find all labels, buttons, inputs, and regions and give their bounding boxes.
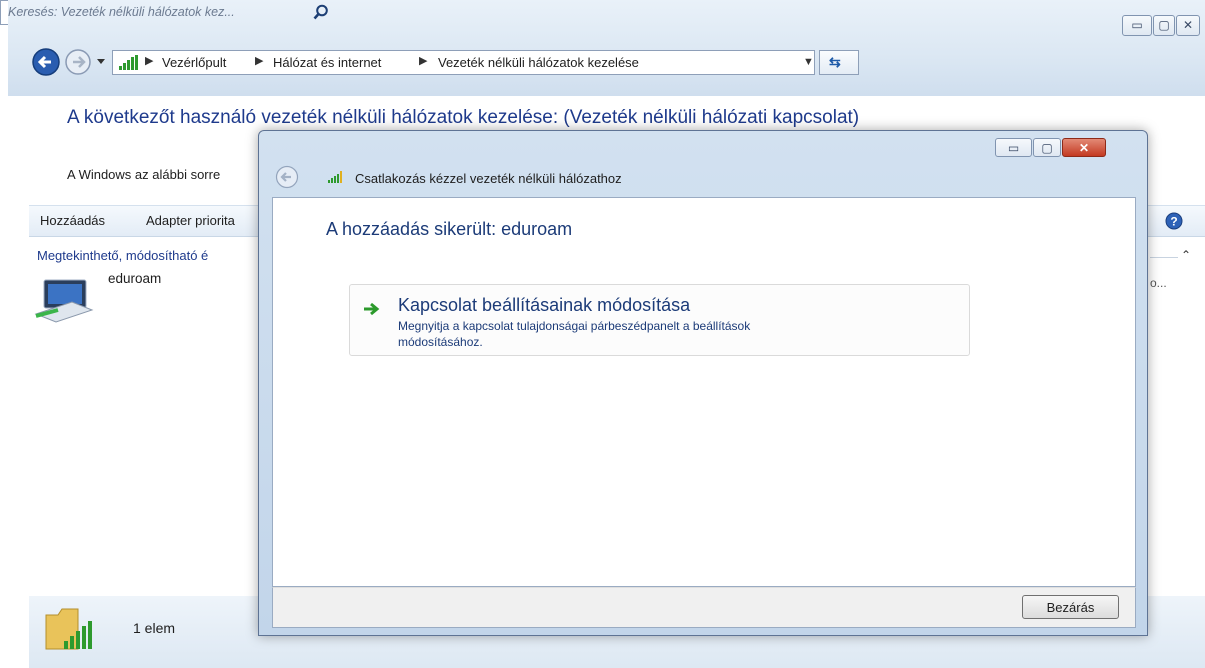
dialog-close-button[interactable]: ✕ [1062,138,1106,157]
close-button[interactable]: ✕ [1176,15,1200,36]
back-icon[interactable] [32,48,60,76]
dialog-minimize-button[interactable]: ▭ [995,138,1032,157]
dialog-header-icons [275,165,342,189]
maximize-button[interactable]: ▢ [1153,15,1175,36]
forward-icon[interactable] [65,49,91,75]
search-icon[interactable] [313,4,329,20]
network-icon [34,279,94,323]
dialog-maximize-button[interactable]: ▢ [1033,138,1061,157]
group-header[interactable]: Megtekinthető, módosítható é [37,248,208,263]
breadcrumb-control-panel[interactable]: Vezérlőpult [162,55,226,70]
minimize-button[interactable]: ▭ [1122,15,1152,36]
dialog-content [272,197,1136,587]
close-button-label: Bezárás [1046,600,1095,615]
arrow-right-icon [364,302,380,316]
success-heading: A hozzáadás sikerült: eduroam [326,219,573,239]
page-title: A következőt használó vezeték nélküli há… [67,107,860,128]
command-description-line2: módosításához. [398,335,483,349]
truncated-column: o... [1150,276,1167,290]
maximize-icon: ▢ [1041,141,1053,155]
group-divider [1150,257,1178,258]
refresh-icon: ⇆ [829,54,841,70]
page-subtext: A Windows az alábbi sorre [67,167,221,182]
close-icon: ✕ [1078,141,1090,155]
dialog-title: Csatlakozás kézzel vezeték nélküli hálóz… [355,171,622,186]
breadcrumb-separator: ▶ [145,55,154,67]
back-icon[interactable] [275,165,299,189]
svg-text:?: ? [1170,215,1177,229]
search-placeholder: Keresés: Vezeték nélküli hálózatok kez..… [8,5,235,19]
add-button[interactable]: Hozzáadás [40,213,105,228]
breadcrumb-separator: ▶ [255,55,264,67]
breadcrumb-wireless[interactable]: Vezeték nélküli hálózatok kezelése [438,55,639,70]
item-count: 1 elem [133,620,176,636]
close-dialog-button[interactable]: Bezárás [1022,595,1119,619]
change-settings-link[interactable]: Kapcsolat beállításainak módosítása Megn… [349,284,970,356]
adapter-priority-button[interactable]: Adapter priorita [146,213,235,228]
breadcrumb-separator: ▶ [419,55,428,67]
minimize-icon: ▭ [1131,18,1143,32]
help-icon[interactable]: ? [1165,212,1183,230]
network-name[interactable]: eduroam [108,271,161,286]
dialog-footer [272,587,1136,628]
command-description-line1: Megnyitja a kapcsolat tulajdonságai párb… [398,319,751,333]
folder-signal-icon [45,608,92,650]
signal-icon [328,171,342,183]
dropdown-icon[interactable] [97,59,105,64]
breadcrumb-network[interactable]: Hálózat és internet [273,55,381,70]
maximize-icon: ▢ [1158,18,1170,32]
minimize-icon: ▭ [1007,141,1020,155]
close-icon: ✕ [1182,18,1194,32]
signal-icon [119,55,138,70]
collapse-icon[interactable]: ⌃ [1181,248,1191,262]
address-dropdown-icon[interactable]: ▼ [803,56,814,68]
command-title: Kapcsolat beállításainak módosítása [398,295,691,315]
address-bar[interactable]: ▶ Vezérlőpult ▶ Hálózat és internet ▶ Ve… [112,50,815,75]
refresh-button[interactable]: ⇆ [819,50,859,75]
